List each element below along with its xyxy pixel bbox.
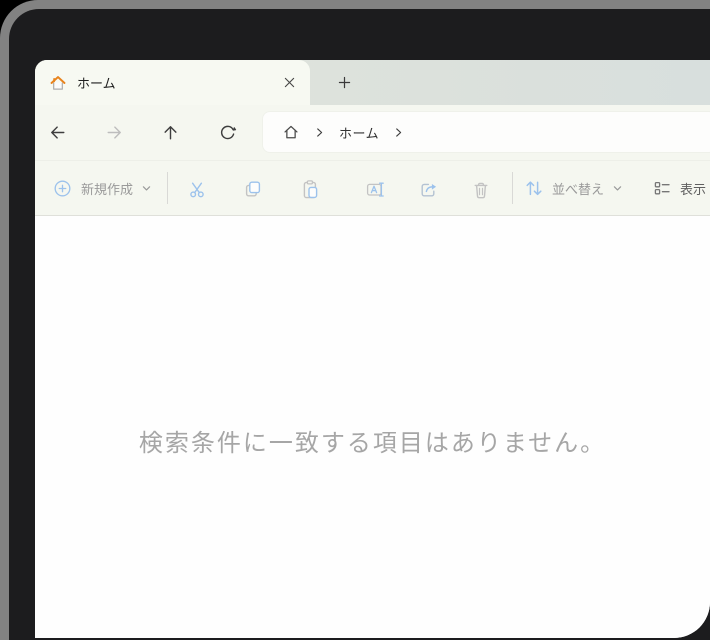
up-arrow-icon: [161, 123, 180, 142]
close-icon[interactable]: [277, 70, 302, 95]
file-explorer-window: ホーム: [35, 60, 710, 638]
rename-button[interactable]: [357, 171, 393, 206]
rename-icon: [365, 179, 385, 199]
device-frame: ホーム: [0, 0, 710, 640]
new-item-button[interactable]: 新規作成: [43, 172, 162, 204]
tab-label: ホーム: [77, 73, 116, 92]
share-button[interactable]: [410, 171, 446, 206]
toolbar-divider: [167, 172, 168, 204]
up-button[interactable]: [156, 118, 185, 147]
sort-button[interactable]: 並べ替え: [524, 172, 623, 204]
new-tab-button[interactable]: [331, 69, 358, 96]
refresh-icon: [218, 123, 237, 142]
paste-button[interactable]: [292, 171, 328, 206]
view-label: 表示: [680, 179, 706, 198]
command-bar: 新規作成: [35, 160, 710, 216]
delete-button[interactable]: [463, 171, 499, 206]
view-button[interactable]: 表示: [652, 172, 706, 204]
tab-bar: ホーム: [35, 60, 710, 105]
home-icon: [49, 74, 67, 92]
back-button[interactable]: [43, 118, 72, 147]
home-icon: [282, 123, 300, 141]
cut-icon: [187, 179, 207, 199]
empty-state-message: 検索条件に一致する項目はありません。: [35, 217, 710, 458]
forward-arrow-icon: [105, 123, 124, 142]
forward-button[interactable]: [100, 118, 129, 147]
chevron-right-icon: [392, 126, 405, 139]
toolbar-divider: [512, 172, 513, 204]
breadcrumb-item-home[interactable]: ホーム: [339, 123, 379, 142]
view-icon: [652, 178, 672, 198]
share-icon: [418, 179, 438, 199]
paste-icon: [300, 179, 320, 199]
plus-icon: [337, 75, 352, 90]
delete-icon: [471, 179, 491, 199]
cut-button[interactable]: [179, 171, 215, 206]
device-bezel: ホーム: [9, 9, 710, 640]
copy-button[interactable]: [235, 171, 271, 206]
copy-icon: [243, 179, 263, 199]
sort-label: 並べ替え: [552, 179, 604, 198]
navigation-bar: ホーム: [35, 105, 710, 160]
breadcrumb-home-button[interactable]: [282, 123, 300, 141]
plus-circle-icon: [53, 179, 72, 198]
folder-content-area[interactable]: 検索条件に一致する項目はありません。: [35, 217, 710, 638]
chevron-down-icon: [141, 183, 152, 194]
address-bar[interactable]: ホーム: [263, 112, 710, 152]
chevron-down-icon: [612, 183, 623, 194]
chevron-right-icon: [313, 126, 326, 139]
new-item-label: 新規作成: [81, 179, 133, 198]
back-arrow-icon: [48, 123, 67, 142]
refresh-button[interactable]: [213, 118, 242, 147]
tab-home[interactable]: ホーム: [35, 60, 310, 105]
sort-icon: [524, 178, 544, 198]
